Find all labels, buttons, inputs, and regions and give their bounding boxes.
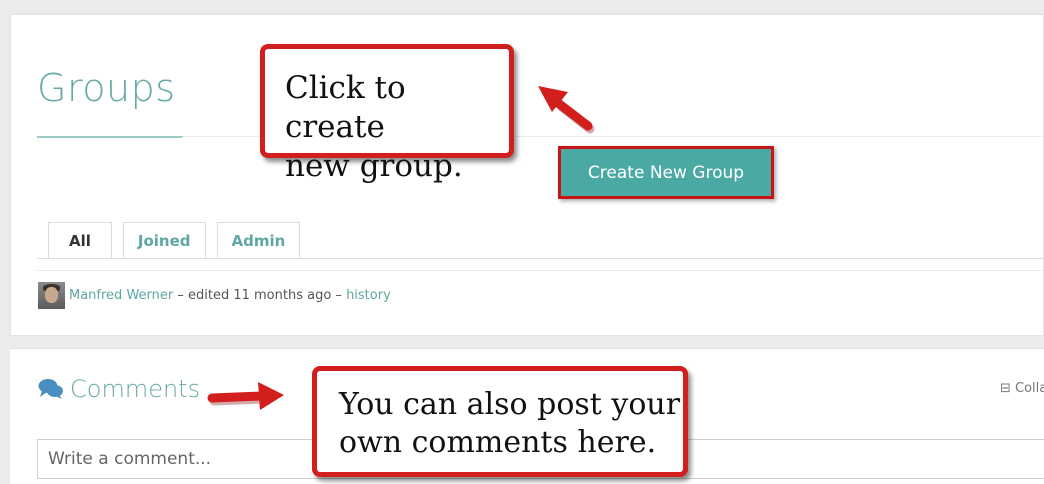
page-title: Groups xyxy=(37,66,176,110)
tabs-divider xyxy=(37,270,1044,271)
edit-info: Manfred Werner – edited 11 months ago – … xyxy=(38,281,391,309)
collapse-comments-button[interactable]: ⊟ Collapse xyxy=(1000,381,1044,396)
tab-admin[interactable]: Admin xyxy=(216,222,301,259)
tab-all[interactable]: All xyxy=(48,222,112,259)
tabs-baseline xyxy=(37,258,1044,259)
callout-create-line-1: Click to create xyxy=(285,70,406,145)
tab-joined[interactable]: Joined xyxy=(122,222,206,259)
edited-text: – edited 11 months ago – xyxy=(173,287,347,303)
callout-comments-line-2: own comments here. xyxy=(339,425,657,460)
avatar-face xyxy=(45,286,58,303)
history-link[interactable]: history xyxy=(346,288,391,303)
callout-create-line-2: new group. xyxy=(285,148,463,184)
title-underline xyxy=(37,136,182,138)
comments-icon xyxy=(38,379,63,399)
callout-comments-line-1: You can also post your xyxy=(339,387,681,422)
comments-title: Comments xyxy=(70,375,201,403)
author-link[interactable]: Manfred Werner xyxy=(69,288,173,303)
create-new-group-button[interactable]: Create New Group xyxy=(558,146,774,199)
avatar[interactable] xyxy=(38,281,65,309)
callout-comments: You can also post your own comments here… xyxy=(312,366,688,477)
callout-create-group: Click to create new group. xyxy=(260,44,514,184)
group-tabs: All Joined Admin xyxy=(48,222,311,259)
comments-heading: Comments xyxy=(38,372,200,406)
